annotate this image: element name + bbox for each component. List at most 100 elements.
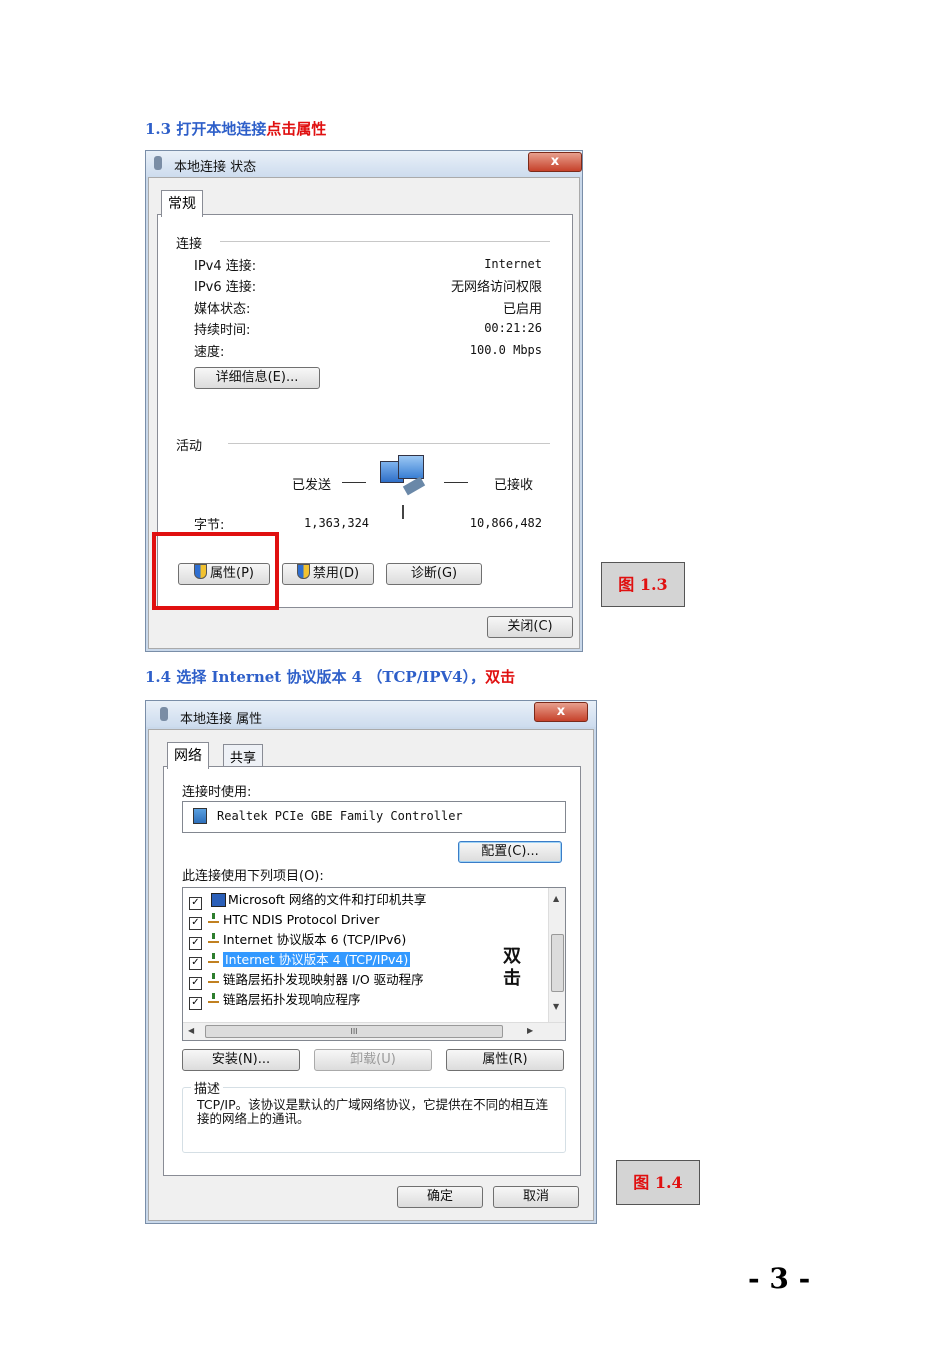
duration-label: 持续时间:: [194, 323, 251, 338]
uninstall-button: 卸载(U): [314, 1049, 432, 1071]
list-item-selected[interactable]: ✓ Internet 协议版本 4 (TCP/IPv4): [189, 950, 411, 970]
properties-button[interactable]: 属性(R): [446, 1049, 564, 1071]
tab-general[interactable]: 常规: [161, 190, 203, 217]
connect-using-label: 连接时使用:: [182, 785, 252, 800]
activity-group-label: 活动: [176, 439, 203, 454]
ipv4-label: IPv4 连接:: [194, 259, 257, 274]
adapter-icon: [193, 808, 207, 824]
section-number: 1.3: [145, 120, 172, 138]
scroll-thumb[interactable]: III: [205, 1025, 503, 1038]
recv-line: [444, 482, 468, 483]
checkbox[interactable]: ✓: [189, 917, 202, 930]
divider: [220, 241, 550, 242]
tab-panel: 连接时使用: Realtek PCIe GBE Family Controlle…: [163, 766, 581, 1176]
details-button[interactable]: 详细信息(E)...: [194, 367, 320, 389]
scroll-left-icon[interactable]: ◀: [188, 1026, 194, 1035]
scroll-thumb[interactable]: [551, 934, 564, 992]
bytes-sent-value: 1,363,324: [304, 516, 370, 530]
ipv4-value: Internet: [484, 257, 542, 271]
close-icon[interactable]: x: [534, 702, 588, 722]
description-group-label: 描述: [191, 1078, 224, 1097]
item-label: 链路层拓扑发现响应程序: [223, 992, 361, 1007]
caption-blue-text: 打开本地连接: [176, 120, 267, 138]
caption-blue-text: 1.4 选择 Internet 协议版本 4 （TCP/IPV4），: [145, 668, 486, 686]
caption-red-text: 点击属性: [266, 120, 327, 138]
vertical-scrollbar[interactable]: ▲ ▼: [548, 888, 565, 1022]
protocol-icon: [208, 933, 219, 943]
media-state-value: 已启用: [502, 302, 542, 317]
ipv6-value: 无网络访问权限: [450, 280, 542, 295]
scroll-down-icon[interactable]: ▼: [553, 1002, 559, 1011]
figure-label-1-3: 图 1.3: [601, 562, 685, 607]
speed-value: 100.0 Mbps: [469, 343, 542, 357]
window-title: 本地连接 状态: [174, 160, 257, 175]
title-bar: 本地连接 属性 x: [146, 701, 596, 727]
annotation-line-1: 双: [503, 946, 521, 967]
scroll-right-icon[interactable]: ▶: [527, 1026, 533, 1035]
received-label: 已接收: [494, 478, 534, 493]
protocol-icon: [208, 913, 219, 923]
bytes-received-value: 10,866,482: [469, 516, 542, 530]
connection-group-label: 连接: [176, 237, 203, 252]
list-item[interactable]: ✓ 链路层拓扑发现映射器 I/O 驱动程序: [189, 970, 424, 990]
tab-network[interactable]: 网络: [167, 742, 209, 769]
sent-line: [342, 482, 366, 483]
close-button[interactable]: 关闭(C): [487, 616, 573, 638]
ok-button[interactable]: 确定: [397, 1186, 483, 1208]
configure-button[interactable]: 配置(C)...: [458, 841, 562, 863]
bytes-label: 字节:: [194, 518, 225, 533]
disable-button-label: 禁用(D): [312, 566, 360, 581]
horizontal-scrollbar[interactable]: ◀ III ▶: [183, 1022, 565, 1040]
figure-label-1-4: 图 1.4: [616, 1160, 700, 1205]
items-list: ✓ Microsoft 网络的文件和打印机共享 ✓ HTC NDIS Protoco…: [182, 887, 566, 1041]
item-label: Internet 协议版本 4 (TCP/IPv4): [223, 952, 411, 967]
properties-dialog: 本地连接 属性 x 网络 共享 连接时使用: Realtek PCIe GBE …: [145, 700, 597, 1224]
adapter-field: Realtek PCIe GBE Family Controller: [182, 801, 566, 833]
network-computers-icon: [380, 455, 426, 499]
description-text: TCP/IP。该协议是默认的广域网络协议，它提供在不同的相互连接的网络上的通讯。: [197, 1097, 549, 1126]
network-icon: [160, 707, 168, 721]
disable-button[interactable]: 禁用(D): [282, 563, 374, 585]
file-share-icon: [211, 893, 226, 907]
divider: [228, 443, 550, 444]
double-click-annotation: 双击: [503, 946, 521, 990]
caption-red-text: 双击: [485, 668, 516, 686]
duration-value: 00:21:26: [484, 321, 542, 335]
highlight-box: [152, 532, 279, 610]
page-number: - 3 -: [748, 1262, 811, 1295]
description-group: 描述 TCP/IP。该协议是默认的广域网络协议，它提供在不同的相互连接的网络上的…: [182, 1078, 566, 1153]
network-icon: [154, 156, 162, 170]
tab-sharing[interactable]: 共享: [223, 744, 264, 767]
list-item[interactable]: ✓ Internet 协议版本 6 (TCP/IPv6): [189, 930, 407, 950]
window-title: 本地连接 属性: [180, 712, 263, 727]
scroll-up-icon[interactable]: ▲: [553, 894, 559, 903]
item-label: HTC NDIS Protocol Driver: [223, 912, 380, 927]
list-item[interactable]: ✓ 链路层拓扑发现响应程序: [189, 990, 361, 1010]
speed-label: 速度:: [194, 345, 225, 360]
checkbox[interactable]: ✓: [189, 897, 202, 910]
list-item[interactable]: ✓ HTC NDIS Protocol Driver: [189, 910, 380, 930]
close-icon[interactable]: x: [528, 152, 582, 172]
section-1-3-caption: 1.3 打开本地连接点击属性: [145, 118, 326, 139]
checkbox[interactable]: ✓: [189, 957, 202, 970]
ipv6-label: IPv6 连接:: [194, 280, 257, 295]
item-label: Microsoft 网络的文件和打印机共享: [228, 892, 427, 907]
cable-line: [402, 505, 404, 519]
adapter-name: Realtek PCIe GBE Family Controller: [217, 809, 463, 823]
items-label: 此连接使用下列项目(O):: [182, 869, 324, 884]
list-item[interactable]: ✓ Microsoft 网络的文件和打印机共享: [189, 890, 427, 910]
item-label: Internet 协议版本 6 (TCP/IPv6): [223, 932, 407, 947]
dialog-body: 网络 共享 连接时使用: Realtek PCIe GBE Family Con…: [148, 729, 594, 1221]
checkbox[interactable]: ✓: [189, 997, 202, 1010]
checkbox[interactable]: ✓: [189, 977, 202, 990]
protocol-icon: [208, 973, 219, 983]
annotation-line-2: 击: [503, 968, 521, 989]
diagnose-button[interactable]: 诊断(G): [386, 563, 482, 585]
sent-label: 已发送: [292, 478, 332, 493]
title-bar: 本地连接 状态 x: [146, 151, 582, 177]
checkbox[interactable]: ✓: [189, 937, 202, 950]
item-label: 链路层拓扑发现映射器 I/O 驱动程序: [223, 972, 424, 987]
cancel-button[interactable]: 取消: [493, 1186, 579, 1208]
install-button[interactable]: 安装(N)...: [182, 1049, 300, 1071]
uac-shield-icon: [296, 564, 310, 579]
